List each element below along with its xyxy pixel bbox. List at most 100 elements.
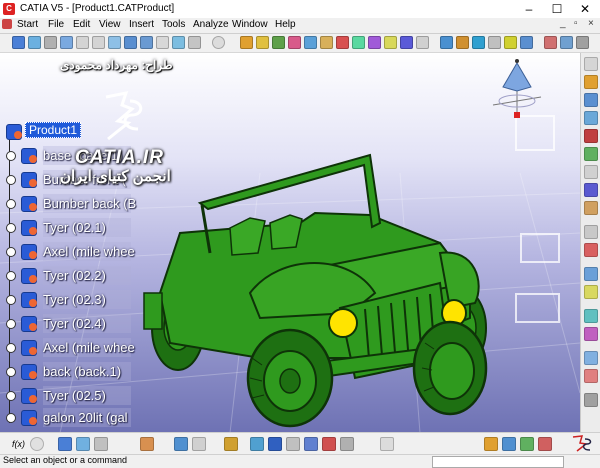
- tree-node-circle[interactable]: [6, 319, 16, 329]
- rotate-icon[interactable]: [60, 36, 73, 49]
- swap-space-icon[interactable]: [502, 437, 516, 451]
- measure-icon[interactable]: [544, 36, 557, 49]
- more-tools-icon[interactable]: [416, 36, 429, 49]
- menu-analyze[interactable]: Analyze: [193, 19, 229, 30]
- tree-node-circle[interactable]: [6, 295, 16, 305]
- paste-icon[interactable]: [268, 437, 282, 451]
- clash-icon[interactable]: [400, 36, 413, 49]
- cut-icon[interactable]: [224, 437, 238, 451]
- tree-item[interactable]: Tyer (02.3): [3, 290, 143, 310]
- menu-file[interactable]: File: [48, 19, 64, 30]
- hide-show-icon[interactable]: [156, 36, 169, 49]
- zoom-out-icon[interactable]: [92, 36, 105, 49]
- constraint-coincidence-icon[interactable]: [440, 36, 453, 49]
- flexible-icon[interactable]: [584, 309, 598, 323]
- tree-node-circle[interactable]: [6, 175, 16, 185]
- new-part-icon[interactable]: [272, 36, 285, 49]
- menu-insert[interactable]: Insert: [129, 19, 154, 30]
- doc-close-button[interactable]: ×: [588, 18, 594, 29]
- menu-edit[interactable]: Edit: [73, 19, 90, 30]
- doc-minimize-button[interactable]: _: [560, 18, 566, 29]
- design-table-icon[interactable]: [76, 437, 90, 451]
- tree-item[interactable]: Axel (mile whee: [3, 242, 143, 262]
- 3d-viewport[interactable]: طراح: مهرداد محمودی Product1 base (base.…: [0, 53, 580, 432]
- dec-icon[interactable]: [584, 285, 598, 299]
- render-icon[interactable]: [188, 36, 201, 49]
- bill-of-material-icon[interactable]: [584, 147, 598, 161]
- tree-node-circle[interactable]: [6, 367, 16, 377]
- table-icon[interactable]: [58, 437, 72, 451]
- fix-component-icon[interactable]: [504, 36, 517, 49]
- search-icon[interactable]: [322, 437, 336, 451]
- tolerance-icon[interactable]: [584, 369, 598, 383]
- replace-component-icon[interactable]: [304, 36, 317, 49]
- scenes-icon[interactable]: [576, 36, 589, 49]
- tree-node-circle[interactable]: [6, 199, 16, 209]
- tree-item[interactable]: Tyer (02.1): [3, 218, 143, 238]
- undo-icon[interactable]: [174, 437, 188, 451]
- update-icon[interactable]: [212, 36, 225, 49]
- formula-icon[interactable]: f(x): [12, 437, 26, 451]
- existing-component-icon[interactable]: [288, 36, 301, 49]
- tree-item[interactable]: Tyer (02.4): [3, 314, 143, 334]
- minimize-button[interactable]: –: [515, 0, 543, 18]
- tree-item[interactable]: Axel (mile whee: [3, 338, 143, 358]
- swap-visible-icon[interactable]: [172, 36, 185, 49]
- graph-tree-icon[interactable]: [320, 36, 333, 49]
- sort-icon[interactable]: [94, 437, 108, 451]
- maximize-button[interactable]: ☐: [543, 0, 571, 18]
- tree-node-circle[interactable]: [6, 343, 16, 353]
- redo-icon[interactable]: [192, 437, 206, 451]
- paste-special-icon[interactable]: [286, 437, 300, 451]
- jeep-3d-model[interactable]: [140, 143, 495, 428]
- tree-node-circle[interactable]: [6, 247, 16, 257]
- copy-icon[interactable]: [250, 437, 264, 451]
- measure-between-icon[interactable]: [538, 437, 552, 451]
- doc-restore-button[interactable]: ▫: [574, 18, 578, 29]
- close-button[interactable]: ✕: [571, 0, 599, 18]
- component-props-icon[interactable]: [584, 327, 598, 341]
- menu-view[interactable]: View: [99, 19, 121, 30]
- tree-item[interactable]: galon 20lit (gal: [3, 408, 143, 428]
- zoom-in-icon[interactable]: [76, 36, 89, 49]
- comment-icon[interactable]: [30, 437, 44, 451]
- catalog-icon[interactable]: [584, 75, 598, 89]
- symmetry-icon[interactable]: [584, 225, 598, 239]
- select-icon[interactable]: [304, 437, 318, 451]
- publication-icon[interactable]: [584, 165, 598, 179]
- constraint-offset-icon[interactable]: [472, 36, 485, 49]
- pan-icon[interactable]: [44, 36, 57, 49]
- tree-node-circle[interactable]: [6, 271, 16, 281]
- shading-icon[interactable]: [140, 36, 153, 49]
- tree-item[interactable]: Tyer (02.5): [3, 386, 143, 406]
- new-product-icon[interactable]: [256, 36, 269, 49]
- constraint-contact-icon[interactable]: [456, 36, 469, 49]
- tree-root-product1[interactable]: Product1: [3, 122, 83, 142]
- iso-view-icon[interactable]: [124, 36, 137, 49]
- command-input[interactable]: [432, 456, 564, 468]
- multi-instantiation-icon[interactable]: [336, 36, 349, 49]
- grid-icon[interactable]: [140, 437, 154, 451]
- menu-start[interactable]: Start: [17, 19, 38, 30]
- section-icon[interactable]: [560, 36, 573, 49]
- properties-icon[interactable]: [340, 437, 354, 451]
- tree-node-circle[interactable]: [6, 223, 16, 233]
- annotation-icon[interactable]: [584, 351, 598, 365]
- tree-item[interactable]: back (back.1): [3, 362, 143, 382]
- fly-mode-icon[interactable]: [12, 36, 25, 49]
- catia-app-icon[interactable]: C: [3, 3, 15, 15]
- knowledge-icon[interactable]: [584, 183, 598, 197]
- rec-icon[interactable]: [584, 267, 598, 281]
- generate-numbering-icon[interactable]: [584, 129, 598, 143]
- explode-icon[interactable]: [384, 36, 397, 49]
- menu-tools[interactable]: Tools: [162, 19, 185, 30]
- toolbar-handle-icon[interactable]: [584, 57, 598, 71]
- rule-icon[interactable]: [584, 201, 598, 215]
- scene-icon[interactable]: [584, 393, 598, 407]
- tree-node-circle[interactable]: [6, 413, 16, 423]
- tree-item[interactable]: Bumber back (B: [3, 194, 143, 214]
- fit-all-icon[interactable]: [28, 36, 41, 49]
- normal-view-icon[interactable]: [108, 36, 121, 49]
- update-all-icon[interactable]: [484, 437, 498, 451]
- apply-material-icon[interactable]: [520, 437, 534, 451]
